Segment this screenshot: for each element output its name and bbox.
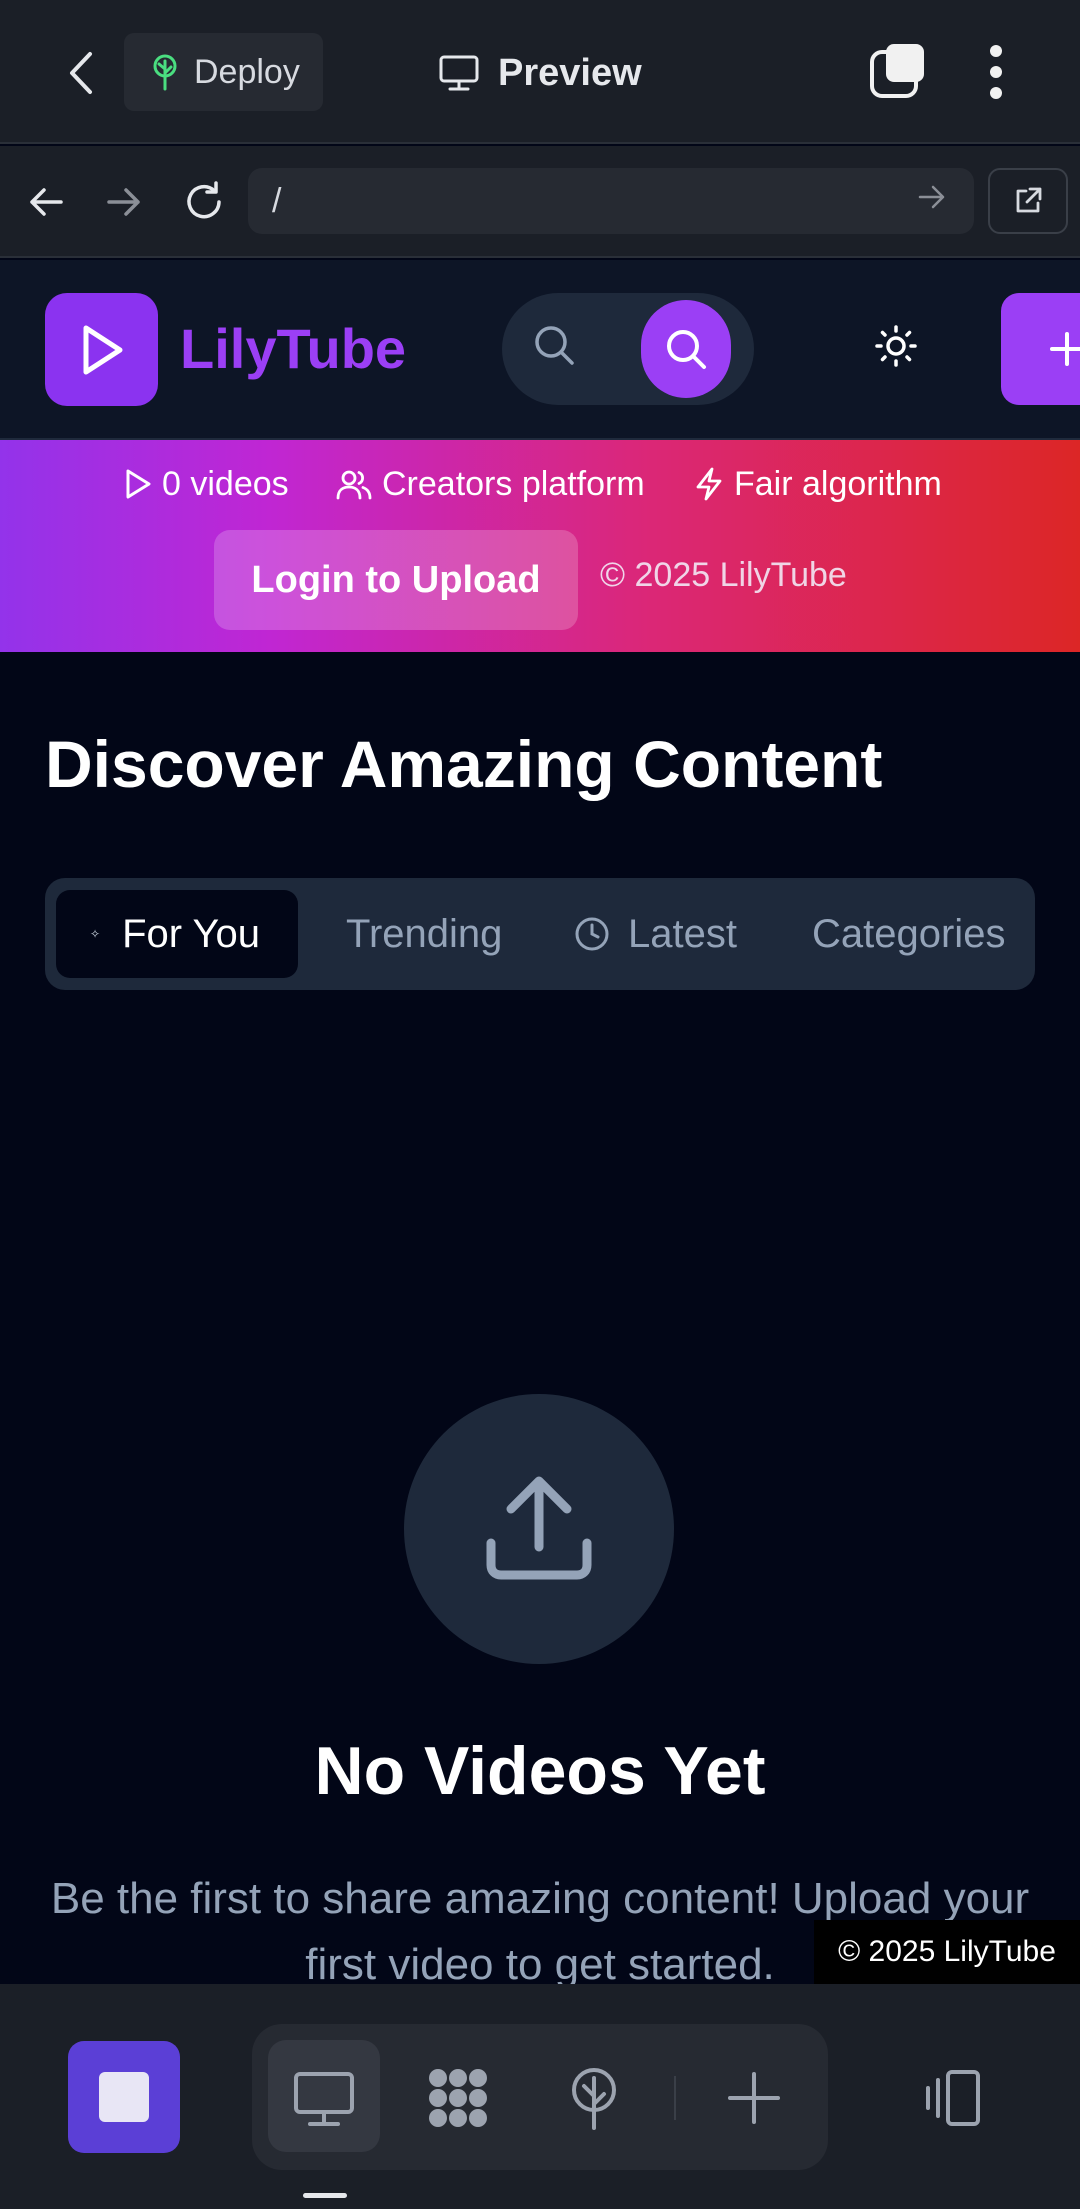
stat-videos: 0 videos <box>124 462 289 506</box>
more-options-button[interactable] <box>976 40 1016 104</box>
clock-icon <box>575 917 609 951</box>
tab-for-you[interactable]: ✧ For You <box>56 890 298 978</box>
lightning-icon <box>696 467 722 501</box>
users-icon <box>336 470 372 500</box>
tab-latest-label: Latest <box>628 911 737 956</box>
tab-trending-label: Trending <box>346 911 503 956</box>
stat-videos-label: 0 videos <box>162 464 289 503</box>
tab-trending[interactable]: Trending <box>346 890 502 978</box>
reload-icon <box>187 181 221 219</box>
theme-toggle-button[interactable] <box>874 324 926 376</box>
plus-icon <box>728 2072 780 2124</box>
arrow-left-icon <box>30 188 63 216</box>
stat-algorithm: Fair algorithm <box>694 462 942 506</box>
blob-grid-icon <box>429 2069 487 2127</box>
more-vertical-icon <box>990 45 1002 99</box>
preview-label: Preview <box>498 51 642 94</box>
devices-icon <box>926 2070 980 2126</box>
tree-icon <box>572 2068 616 2130</box>
brand-name[interactable]: LilyTube <box>180 312 406 386</box>
tree-icon <box>153 54 177 91</box>
tab-latest[interactable]: Latest <box>574 890 737 978</box>
sparkle-icon: ✧ <box>90 927 101 941</box>
preview-title: Preview <box>438 40 642 106</box>
search-button[interactable] <box>641 300 731 398</box>
play-icon <box>126 469 151 499</box>
grid-view-button[interactable] <box>426 2066 490 2130</box>
upload-icon <box>486 1476 592 1580</box>
add-tool-button[interactable] <box>722 2066 786 2130</box>
browser-forward-button[interactable] <box>98 176 150 228</box>
plus-icon <box>1050 332 1080 366</box>
reload-button[interactable] <box>178 176 230 228</box>
empty-state-icon-circle <box>404 1394 674 1664</box>
url-input[interactable]: / <box>248 168 974 234</box>
stat-creators-label: Creators platform <box>382 464 645 503</box>
tabs-icon <box>870 44 924 98</box>
deploy-button[interactable]: Deploy <box>124 33 323 111</box>
page-title: Discover Amazing Content <box>45 727 883 801</box>
url-go-button[interactable] <box>918 184 954 220</box>
stat-creators: Creators platform <box>336 462 645 506</box>
monitor-icon <box>292 2066 356 2130</box>
add-video-button[interactable] <box>1001 293 1080 405</box>
back-button[interactable] <box>56 44 106 102</box>
banner-copyright: © 2025 LilyTube <box>600 556 847 594</box>
search-icon <box>667 330 706 369</box>
deploy-tool-button[interactable] <box>562 2066 626 2130</box>
browser-back-button[interactable] <box>20 176 72 228</box>
tab-categories[interactable]: Categories <box>812 890 1005 978</box>
tab-for-you-label: For You <box>122 911 260 956</box>
search-icon <box>532 323 584 375</box>
tab-categories-label: Categories <box>812 911 1006 956</box>
arrow-right-icon <box>918 185 945 209</box>
stop-icon <box>99 2072 149 2122</box>
external-link-icon <box>1016 187 1042 213</box>
monitor-icon <box>439 55 479 91</box>
device-switch-button[interactable] <box>924 2066 988 2130</box>
deploy-label: Deploy <box>194 52 300 91</box>
arrow-right-icon <box>107 188 140 216</box>
stop-button[interactable] <box>68 2041 180 2153</box>
open-external-button[interactable] <box>988 168 1068 234</box>
home-indicator <box>303 2193 347 2198</box>
empty-state-title: No Videos Yet <box>314 1733 766 1809</box>
play-icon <box>83 325 122 374</box>
tabs-button[interactable] <box>868 42 926 100</box>
stat-algorithm-label: Fair algorithm <box>734 464 942 503</box>
sun-icon <box>875 325 917 367</box>
chevron-left-icon <box>70 52 92 94</box>
url-text: / <box>272 181 282 220</box>
toolbar-divider <box>674 2076 676 2120</box>
site-logo[interactable] <box>45 293 158 406</box>
login-to-upload-button[interactable]: Login to Upload <box>214 530 578 630</box>
footer-copyright: © 2025 LilyTube <box>814 1920 1080 1984</box>
